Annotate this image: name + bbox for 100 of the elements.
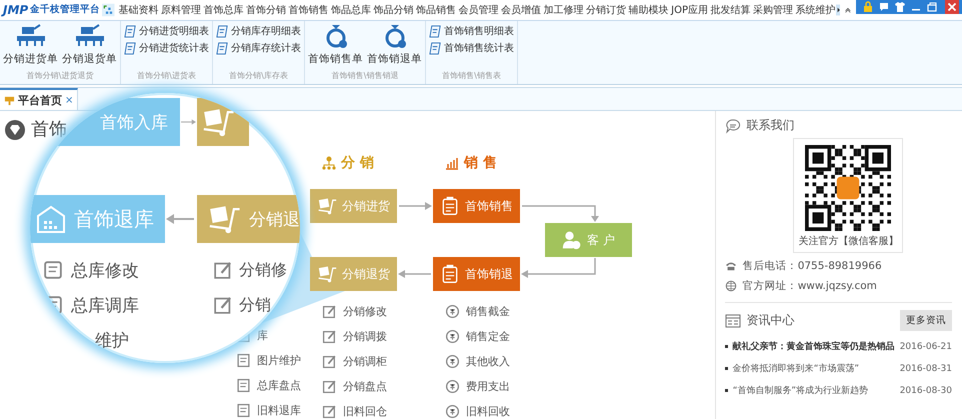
tab-close[interactable]: × [65,94,74,106]
ribbon-button[interactable]: 首饰销退单 [366,21,423,70]
link-text[interactable]: 维护 [95,328,129,352]
section-heading: 销 售 [464,154,497,172]
collapse-icon[interactable] [844,5,852,15]
ribbon-button[interactable]: 分销进货统计表 [123,40,210,56]
phone-icon [724,260,737,272]
document-icon [236,402,251,418]
menu-item[interactable]: 首饰分销 [246,3,286,17]
pencil-icon [322,378,337,394]
ribbon-button[interactable]: 分销库存统计表 [215,40,302,56]
link-text[interactable]: 费用支出 [466,378,510,394]
link-text[interactable]: 总库修改 [71,258,139,282]
menu-item[interactable]: 饰品总库 [331,3,372,17]
link-text[interactable]: 库 [257,328,268,342]
section-heading: 分 销 [341,154,374,172]
ribbon-button[interactable]: 分销库存明细表 [215,23,302,39]
cart-icon [317,264,337,284]
menu-item[interactable]: 饰品销售 [416,3,456,17]
bullet-icon [724,345,728,348]
news-icon [724,312,741,328]
pencil-icon [213,260,233,280]
menu-item[interactable]: 采购管理 [753,3,794,17]
hierarchy-icon [322,156,336,170]
document-icon [236,378,251,392]
link-text[interactable]: 分销调柜 [343,354,387,368]
coin-icon [445,404,460,418]
link-text[interactable]: 分销调拨 [343,328,387,344]
menu-item[interactable]: 首饰总库 [204,3,244,17]
menu-item[interactable]: 系统维护 [796,3,836,17]
conveyor-icon [16,23,46,49]
menu-item[interactable]: 分销订货 [586,3,626,17]
cart-icon [317,196,337,216]
link-text[interactable]: 分销 [239,294,271,316]
menu-item[interactable]: JOP应用 [671,3,708,17]
link-text[interactable]: 总库盘点 [257,378,301,392]
feedback-icon[interactable] [878,1,890,13]
menu-item[interactable]: 加工修理 [544,3,584,17]
link-text[interactable]: 分销盘点 [343,378,387,394]
link-text[interactable]: 图片维护 [257,352,301,368]
ribbon-button[interactable]: 分销进货明细表 [123,23,210,39]
menu-item[interactable]: 批发结算 [710,3,751,17]
qr-caption: 关注官方【微信客服】 [798,234,898,248]
menu-item[interactable]: 饰品分销 [374,3,414,17]
conveyor-icon [74,23,104,49]
coin-icon [445,378,460,394]
arrow [166,213,194,225]
link-text[interactable]: 旧料退库 [257,402,301,418]
more-news-button[interactable]: 更多资讯 [900,310,952,331]
link-text[interactable]: 旧料回收 [466,404,510,418]
link-text[interactable]: 分销修 [239,260,287,280]
bar-chart-icon [445,156,459,170]
link-text[interactable]: 销售定金 [466,328,510,344]
clipboard-icon [440,264,460,284]
coin-icon [445,328,460,344]
ribbon-button[interactable]: 首饰销售单 [307,21,364,70]
ribbon-button[interactable]: 首饰销售明细表 [428,23,515,39]
menu-item[interactable]: 首饰销售 [288,3,329,17]
app-name: 金千枝管理平台 [30,3,100,17]
menu-item[interactable]: 会员管理 [458,3,499,17]
link-text[interactable]: 旧料回仓 [343,404,387,418]
menu-item[interactable]: 会员增值 [501,3,542,17]
news-title[interactable]: 献礼父亲节：黄金首饰珠宝等仍是热销品 [732,340,895,353]
pencil-icon [322,404,337,418]
pin-icon [4,94,15,106]
ribbon-button[interactable]: 分销退货单 [61,21,118,70]
tab[interactable]: 平台首页 × [0,88,78,110]
pencil-icon [213,295,233,315]
chat-icon [724,118,741,134]
link-text[interactable]: 分销修改 [343,304,387,318]
menu-item[interactable]: 辅助模块 [628,3,669,17]
menu-item[interactable]: 基础资料 [118,3,159,17]
section-heading: 资讯中心 [746,312,795,329]
menu-item[interactable]: 原料管理 [161,3,202,17]
section-heading: 联系我们 [746,117,795,134]
restore-icon[interactable] [926,1,938,13]
tab-label: 平台首页 [18,92,62,108]
news-title[interactable]: 金价将抵消即将到来“市场震荡” [732,362,860,375]
link-text[interactable]: 其他收入 [466,354,510,368]
flow-node[interactable]: 首饰销售 [433,189,520,223]
ribbon-button[interactable]: 首饰销售统计表 [428,40,515,56]
news-date: 2016-08-30 [900,386,952,396]
grid-icon[interactable] [102,2,115,18]
report-icon [124,42,137,54]
report-icon [124,24,137,38]
arrow [398,270,431,278]
close-icon[interactable] [942,0,962,14]
news-date: 2016-06-21 [900,342,952,352]
link-text[interactable]: 总库调库 [71,294,139,316]
news-title[interactable]: “首饰自制服务”将成为行业新趋势 [732,384,868,397]
phone-text: 售后电话：0755-89819966 [742,259,882,273]
clipboard-icon [440,196,460,216]
shirt-icon[interactable] [894,1,906,13]
website-text: 官方网址：www.jqzsy.com [742,279,877,293]
link-text[interactable]: 销售截金 [466,304,510,318]
lock-icon[interactable] [862,1,874,13]
flow-node[interactable]: 首饰销退 [433,257,520,291]
ribbon-button[interactable]: 分销进货单 [2,21,59,70]
scroll-right-icon[interactable] [836,3,840,17]
pencil-icon [322,304,337,318]
